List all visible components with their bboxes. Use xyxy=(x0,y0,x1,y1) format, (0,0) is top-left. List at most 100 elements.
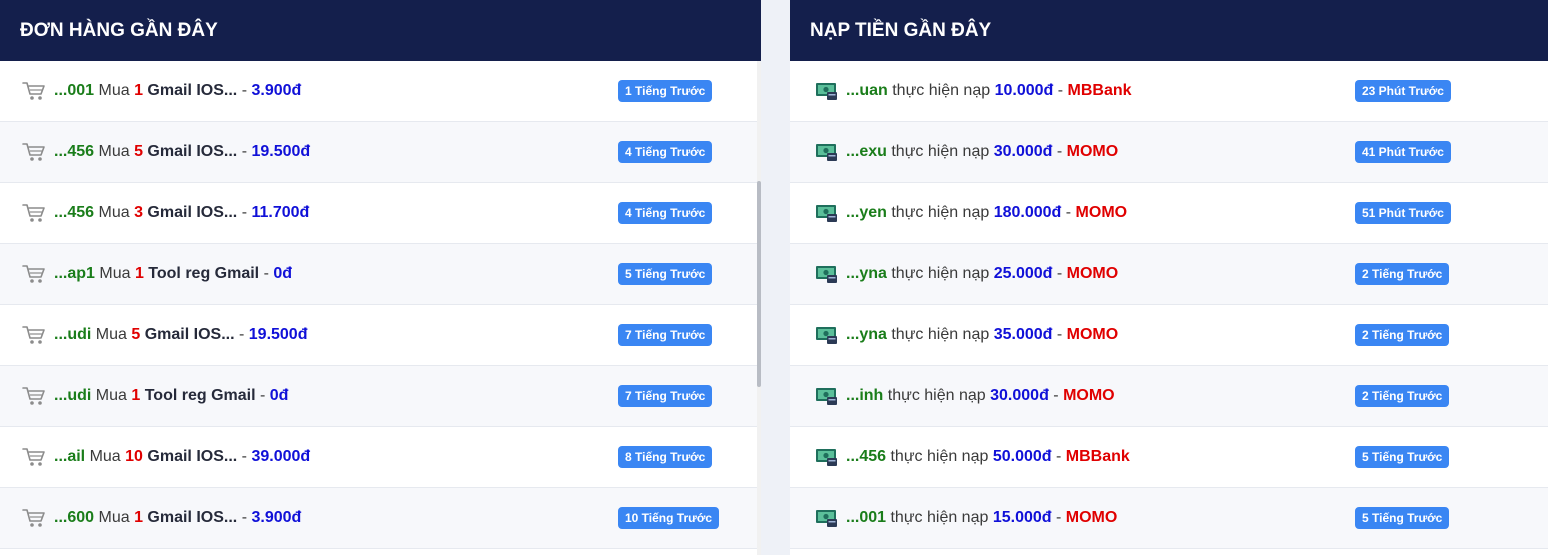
shopping-cart-icon xyxy=(22,141,46,163)
topup-row: ...yna thực hiện nạp 35.000đ - MOMO 2 Ti… xyxy=(790,305,1548,366)
order-row: ...udi Mua 5 Gmail IOS... - 19.500đ 7 Ti… xyxy=(0,305,761,366)
topup-user: ...yen xyxy=(846,204,887,221)
topup-verb: thực hiện nạp xyxy=(891,204,990,221)
recent-orders-panel: ĐƠN HÀNG GẦN ĐÂY ...001 Mua 1 Gmail IOS.… xyxy=(0,0,761,555)
topup-separator: - xyxy=(1056,448,1062,465)
shopping-cart-icon xyxy=(22,446,46,468)
order-user: ...ail xyxy=(54,448,86,465)
shopping-cart-icon xyxy=(22,385,46,407)
order-separator: - xyxy=(241,143,248,160)
topup-row: ...001 thực hiện nạp 15.000đ - MOMO 5 Ti… xyxy=(790,488,1548,549)
topup-separator: - xyxy=(1057,82,1064,99)
topup-verb: thực hiện nạp xyxy=(892,82,991,99)
topup-time-badge: 51 Phút Trước xyxy=(1355,202,1451,224)
order-row: ...ap1 Mua 1 Tool reg Gmail - 0đ 5 Tiếng… xyxy=(0,244,761,305)
topup-separator: - xyxy=(1056,143,1063,160)
topup-method: MOMO xyxy=(1075,204,1128,221)
order-product: Gmail IOS... xyxy=(147,204,238,221)
recent-topups-panel: NẠP TIỀN GẦN ĐÂY ...uan thực hiện nạp 10… xyxy=(790,0,1548,555)
order-quantity: 1 xyxy=(131,387,141,404)
order-quantity: 5 xyxy=(134,143,143,160)
order-quantity: 1 xyxy=(134,82,143,99)
order-verb: Mua xyxy=(89,448,121,465)
order-time-badge: 4 Tiếng Trước xyxy=(618,202,713,224)
topup-verb: thực hiện nạp xyxy=(891,265,990,282)
order-product: Gmail IOS... xyxy=(144,326,235,343)
topup-separator: - xyxy=(1056,509,1062,526)
order-product: Gmail IOS... xyxy=(147,82,238,99)
order-row: ...456 Mua 5 Gmail IOS... - 19.500đ 4 Ti… xyxy=(0,122,761,183)
order-quantity: 1 xyxy=(134,509,143,526)
recent-orders-title: ĐƠN HÀNG GẦN ĐÂY xyxy=(0,0,761,61)
recent-orders-list[interactable]: ...001 Mua 1 Gmail IOS... - 3.900đ 1 Tiế… xyxy=(0,61,761,555)
money-card-icon xyxy=(815,324,839,346)
topup-user: ...yna xyxy=(846,326,887,343)
topup-separator: - xyxy=(1053,387,1059,404)
shopping-cart-icon xyxy=(22,202,46,224)
money-card-icon xyxy=(815,507,839,529)
topup-user: ...yna xyxy=(846,265,887,282)
order-time-badge: 7 Tiếng Trước xyxy=(618,324,713,346)
order-product: Tool reg Gmail xyxy=(148,265,260,282)
orders-scrollbar-thumb[interactable] xyxy=(757,181,761,387)
order-verb: Mua xyxy=(95,326,127,343)
topup-verb: thực hiện nạp xyxy=(890,509,989,526)
order-quantity: 1 xyxy=(134,265,144,282)
order-user: ...456 xyxy=(54,143,95,160)
order-text: ...456 Mua 3 Gmail IOS... - 11.700đ xyxy=(54,204,309,222)
topup-time-badge: 5 Tiếng Trước xyxy=(1355,446,1450,468)
recent-topups-title: NẠP TIỀN GẦN ĐÂY xyxy=(790,0,1548,61)
order-price: 0đ xyxy=(269,387,289,404)
topup-user: ...exu xyxy=(846,143,887,160)
order-verb: Mua xyxy=(98,204,130,221)
topup-text: ...yen thực hiện nạp 180.000đ - MOMO xyxy=(846,204,1127,222)
order-text: ...001 Mua 1 Gmail IOS... - 3.900đ xyxy=(54,82,301,100)
recent-topups-list[interactable]: ...uan thực hiện nạp 10.000đ - MBBank 23… xyxy=(790,61,1548,555)
order-separator: - xyxy=(241,448,247,465)
order-text: ...udi Mua 1 Tool reg Gmail - 0đ xyxy=(54,387,288,405)
orders-scrollbar[interactable] xyxy=(757,61,761,555)
topup-separator: - xyxy=(1056,265,1063,282)
shopping-cart-icon xyxy=(22,80,46,102)
order-time-badge: 5 Tiếng Trước xyxy=(618,263,713,285)
order-user: ...456 xyxy=(54,204,95,221)
order-verb: Mua xyxy=(99,265,131,282)
order-product: Tool reg Gmail xyxy=(144,387,256,404)
order-user: ...udi xyxy=(54,326,92,343)
topup-separator: - xyxy=(1065,204,1072,221)
money-card-icon xyxy=(815,141,839,163)
topup-row: ...exu thực hiện nạp 30.000đ - MOMO 41 P… xyxy=(790,122,1548,183)
topup-row: ...inh thực hiện nạp 30.000đ - MOMO 2 Ti… xyxy=(790,366,1548,427)
topup-verb: thực hiện nạp xyxy=(890,448,989,465)
order-quantity: 10 xyxy=(125,448,143,465)
order-text: ...600 Mua 1 Gmail IOS... - 3.900đ xyxy=(54,509,301,527)
order-time-badge: 8 Tiếng Trước xyxy=(618,446,713,468)
topup-method: MOMO xyxy=(1066,326,1119,343)
topup-amount: 25.000đ xyxy=(993,265,1053,282)
topup-time-badge: 41 Phút Trước xyxy=(1355,141,1451,163)
shopping-cart-icon xyxy=(22,263,46,285)
topup-text: ...001 thực hiện nạp 15.000đ - MOMO xyxy=(846,509,1117,527)
topup-amount: 30.000đ xyxy=(993,143,1053,160)
order-price: 3.900đ xyxy=(251,509,302,526)
order-price: 0đ xyxy=(273,265,293,282)
topup-time-badge: 2 Tiếng Trước xyxy=(1355,263,1450,285)
order-text: ...456 Mua 5 Gmail IOS... - 19.500đ xyxy=(54,143,310,161)
order-row: ...456 Mua 3 Gmail IOS... - 11.700đ 4 Ti… xyxy=(0,183,761,244)
order-row: ...600 Mua 1 Gmail IOS... - 3.900đ 10 Ti… xyxy=(0,488,761,549)
topup-row: ...yen thực hiện nạp 180.000đ - MOMO 51 … xyxy=(790,183,1548,244)
topup-method: MOMO xyxy=(1066,265,1119,282)
shopping-cart-icon xyxy=(22,507,46,529)
topup-text: ...exu thực hiện nạp 30.000đ - MOMO xyxy=(846,143,1118,161)
topup-amount: 35.000đ xyxy=(993,326,1053,343)
money-card-icon xyxy=(815,263,839,285)
order-verb: Mua xyxy=(98,509,130,526)
topup-verb: thực hiện nạp xyxy=(891,326,990,343)
topup-method: MOMO xyxy=(1065,509,1118,526)
order-product: Gmail IOS... xyxy=(147,448,238,465)
order-verb: Mua xyxy=(98,82,130,99)
order-text: ...udi Mua 5 Gmail IOS... - 19.500đ xyxy=(54,326,307,344)
topup-row: ...yna thực hiện nạp 25.000đ - MOMO 2 Ti… xyxy=(790,244,1548,305)
order-text: ...ap1 Mua 1 Tool reg Gmail - 0đ xyxy=(54,265,292,283)
order-price: 19.500đ xyxy=(248,326,308,343)
